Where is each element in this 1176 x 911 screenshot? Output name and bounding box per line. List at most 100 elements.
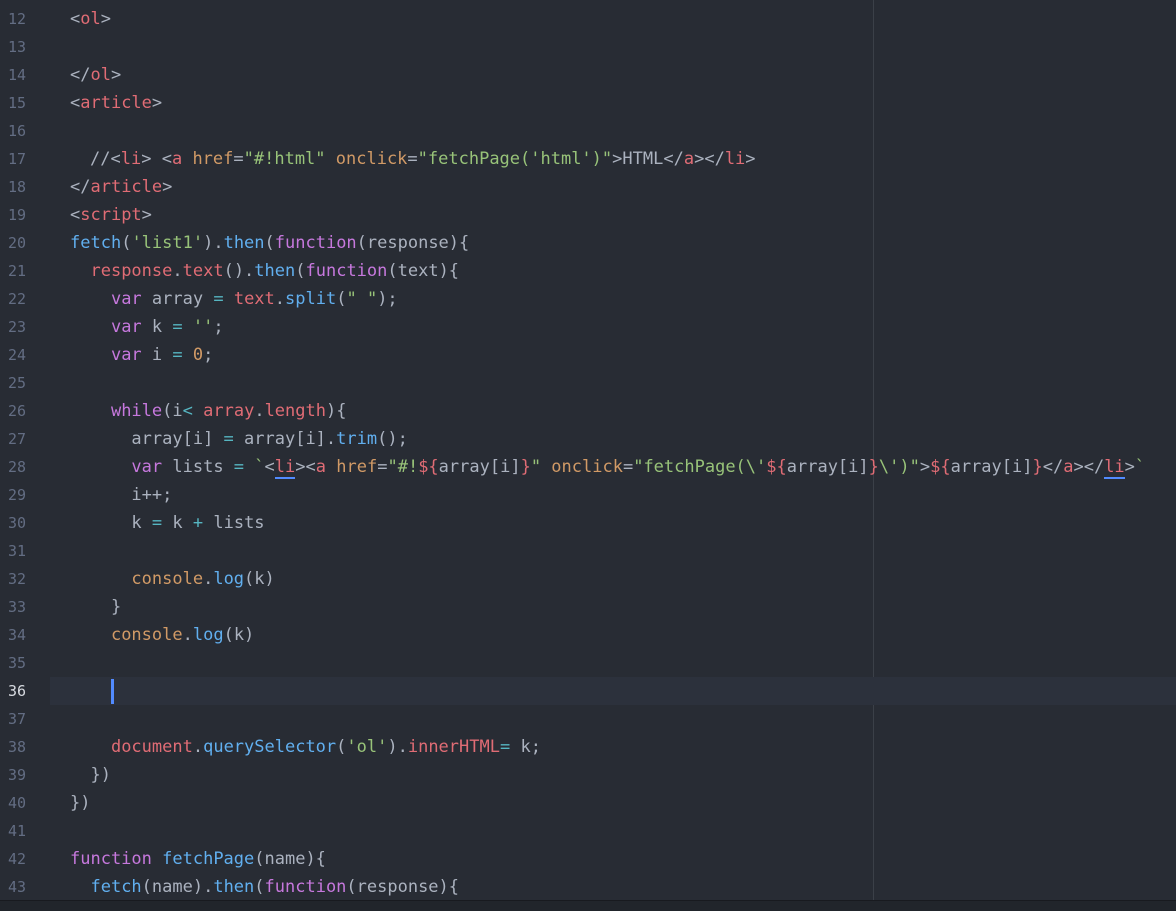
- function-name: split: [285, 289, 337, 309]
- operator: =: [499, 737, 511, 757]
- code-line[interactable]: i++;: [70, 481, 172, 509]
- code-line[interactable]: <script>: [70, 201, 152, 229]
- identifier: array[i].: [233, 429, 337, 449]
- code-line[interactable]: fetch(name).then(function(response){: [70, 873, 459, 901]
- punct: </: [1042, 457, 1064, 477]
- code-line[interactable]: </article>: [70, 173, 172, 201]
- code-editor[interactable]: 12 13 14 15 16 17 18 19 20 21 22 23 24 2…: [0, 0, 1176, 911]
- code-line[interactable]: fetch('list1').then(function(response){: [70, 229, 469, 257]
- attr-value: "#!: [387, 457, 419, 477]
- code-line[interactable]: while(i< array.length){: [70, 397, 347, 425]
- attr-value: "fetchPage(\': [633, 457, 767, 477]
- attr-value: "fetchPage('html')": [417, 149, 613, 169]
- punct: >: [694, 149, 705, 169]
- identifier: k: [141, 317, 173, 337]
- attr-value: \')": [878, 457, 920, 477]
- operator: =: [151, 513, 163, 533]
- code-line[interactable]: }: [70, 593, 121, 621]
- code-line[interactable]: document.querySelector('ol').innerHTML= …: [70, 733, 541, 761]
- code-line[interactable]: function fetchPage(name){: [70, 845, 326, 873]
- code-line[interactable]: }): [70, 761, 110, 789]
- punct: <: [70, 205, 81, 225]
- code-line[interactable]: </ol>: [70, 61, 121, 89]
- interp-open: ${: [930, 457, 951, 477]
- punct: }): [70, 793, 91, 813]
- operator: <: [182, 401, 193, 421]
- code-line[interactable]: response.text().then(function(text){: [70, 257, 459, 285]
- punct: ();: [377, 429, 408, 449]
- code-line[interactable]: //<li> <a href="#!html" onclick="fetchPa…: [90, 145, 756, 173]
- keyword: function: [305, 261, 388, 281]
- code-line[interactable]: array[i] = array[i].trim();: [70, 425, 408, 453]
- punct: (i: [162, 401, 183, 421]
- operator: =: [172, 317, 183, 337]
- interp-open: ${: [418, 457, 439, 477]
- punct: );: [377, 289, 398, 309]
- punct: (name){: [254, 849, 326, 869]
- punct: >: [1073, 457, 1084, 477]
- punct: >: [162, 177, 173, 197]
- punct: (: [264, 233, 275, 253]
- keyword: var: [110, 345, 142, 365]
- function-name: then: [254, 261, 296, 281]
- attr-value: ": [530, 457, 542, 477]
- identifier: lists: [162, 457, 234, 477]
- punct: .: [274, 289, 286, 309]
- punct: (response){: [356, 233, 470, 253]
- code-line[interactable]: var k = '';: [70, 313, 224, 341]
- punct: <: [70, 93, 81, 113]
- tag-name: script: [80, 205, 142, 225]
- punct: >: [151, 93, 163, 113]
- punct: </: [70, 65, 91, 85]
- identifier: k: [162, 513, 193, 533]
- horizontal-scrollbar[interactable]: [0, 900, 1176, 911]
- punct: (k): [244, 569, 275, 589]
- identifier: k;: [510, 737, 541, 757]
- code-line[interactable]: <ol>: [70, 5, 111, 33]
- punct: .: [182, 625, 193, 645]
- code-area[interactable]: <ol> </ol> <article> //<li> <a href="#!h…: [0, 0, 1176, 900]
- tag-name: li: [120, 149, 142, 169]
- punct: (response){: [346, 877, 460, 897]
- variable: array: [203, 401, 255, 421]
- attr-name: onclick: [325, 149, 408, 169]
- keyword: var: [110, 289, 142, 309]
- punct: >: [745, 149, 756, 169]
- statement: i++;: [131, 485, 173, 505]
- tag-name: a: [315, 457, 327, 477]
- code-line[interactable]: var array = text.split(" ");: [70, 285, 398, 313]
- code-line[interactable]: k = k + lists: [70, 509, 264, 537]
- code-line[interactable]: <article>: [70, 89, 162, 117]
- interp-close: }: [520, 457, 531, 477]
- code-line[interactable]: var i = 0;: [70, 341, 213, 369]
- punct: (k): [223, 625, 255, 645]
- keyword: function: [70, 849, 152, 869]
- identifier: k: [131, 513, 152, 533]
- punct: .: [254, 401, 265, 421]
- punct: <: [110, 149, 121, 169]
- code-line[interactable]: }): [70, 789, 90, 817]
- code-line[interactable]: var lists = `<li><a href="#!${array[i]}"…: [70, 453, 1145, 481]
- punct: >: [141, 149, 162, 169]
- code-line[interactable]: console.log(k): [70, 621, 254, 649]
- text-cursor: [111, 679, 114, 704]
- punct: .: [203, 569, 214, 589]
- punct: (name).: [141, 877, 214, 897]
- punct: <: [161, 149, 172, 169]
- operator: =: [233, 457, 245, 477]
- code-line[interactable]: console.log(k): [70, 565, 275, 593]
- punct: .: [172, 261, 183, 281]
- punct: .: [192, 737, 204, 757]
- identifier: array[i]: [950, 457, 1033, 477]
- punct: >: [141, 205, 152, 225]
